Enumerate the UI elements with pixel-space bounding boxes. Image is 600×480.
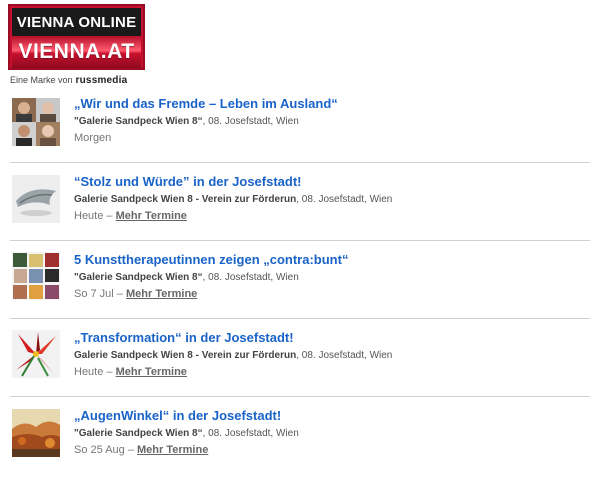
- more-dates-link[interactable]: Mehr Termine: [126, 288, 197, 300]
- event-title-link[interactable]: „Wir und das Fremde – Leben im Ausland“: [74, 96, 338, 111]
- event-thumbnail-sculpture[interactable]: [12, 175, 60, 223]
- event-date: Morgen: [74, 132, 111, 144]
- event-venue: "Galerie Sandpeck Wien 8“, 08. Josefstad…: [74, 272, 299, 283]
- more-dates-link[interactable]: Mehr Termine: [137, 444, 208, 456]
- date-text: Heute –: [74, 366, 116, 378]
- brand-tagline: Eine Marke von russmedia: [10, 75, 127, 86]
- event-thumbnail-portraits[interactable]: [12, 98, 60, 146]
- event-date: Heute – Mehr Termine: [74, 366, 187, 378]
- venue-location: , 08. Josefstadt, Wien: [202, 428, 299, 439]
- event-item: „Transformation“ in der Josefstadt! Gale…: [0, 326, 600, 402]
- event-date: So 25 Aug – Mehr Termine: [74, 444, 208, 456]
- more-dates-link[interactable]: Mehr Termine: [116, 210, 187, 222]
- venue-name: "Galerie Sandpeck Wien 8“: [74, 428, 203, 439]
- divider: [10, 240, 590, 241]
- venue-name: "Galerie Sandpeck Wien 8“: [74, 272, 203, 283]
- date-text: Heute –: [74, 210, 116, 222]
- venue-name: Galerie Sandpeck Wien 8 - Verein zur För…: [74, 350, 297, 361]
- divider: [10, 318, 590, 319]
- venue-location: , 08. Josefstadt, Wien: [202, 116, 299, 127]
- venue-location: , 08. Josefstadt, Wien: [296, 350, 393, 361]
- event-venue: "Galerie Sandpeck Wien 8“, 08. Josefstad…: [74, 428, 299, 439]
- event-item: 5 Kunsttherapeutinnen zeigen „contra:bun…: [0, 248, 600, 324]
- divider: [10, 396, 590, 397]
- event-title-link[interactable]: „AugenWinkel“ in der Josefstadt!: [74, 408, 281, 423]
- event-thumbnail-collage[interactable]: [12, 252, 60, 300]
- event-title-link[interactable]: 5 Kunsttherapeutinnen zeigen „contra:bun…: [74, 252, 348, 267]
- more-dates-link[interactable]: Mehr Termine: [116, 366, 187, 378]
- event-thumbnail-red-flowers[interactable]: [12, 330, 60, 378]
- event-item: “Stolz und Würde” in der Josefstadt! Gal…: [0, 170, 600, 246]
- event-venue: "Galerie Sandpeck Wien 8“, 08. Josefstad…: [74, 116, 299, 127]
- event-venue: Galerie Sandpeck Wien 8 - Verein zur För…: [74, 194, 392, 205]
- date-text: So 25 Aug –: [74, 444, 137, 456]
- event-title-link[interactable]: “Stolz und Würde” in der Josefstadt!: [74, 174, 302, 189]
- divider: [10, 162, 590, 163]
- logo-top-text: VIENNA ONLINE: [12, 8, 141, 36]
- event-thumbnail-landscape[interactable]: [12, 409, 60, 457]
- tagline-text: Eine Marke von: [10, 75, 73, 85]
- event-item: „AugenWinkel“ in der Josefstadt! "Galeri…: [0, 404, 600, 480]
- logo-bottom-text: VIENNA.AT: [12, 36, 141, 68]
- venue-location: , 08. Josefstadt, Wien: [296, 194, 393, 205]
- venue-name: "Galerie Sandpeck Wien 8“: [74, 116, 203, 127]
- event-item: „Wir und das Fremde – Leben im Ausland“ …: [0, 92, 600, 168]
- event-venue: Galerie Sandpeck Wien 8 - Verein zur För…: [74, 350, 392, 361]
- event-title-link[interactable]: „Transformation“ in der Josefstadt!: [74, 330, 294, 345]
- venue-name: Galerie Sandpeck Wien 8 - Verein zur För…: [74, 194, 297, 205]
- event-date: Heute – Mehr Termine: [74, 210, 187, 222]
- vienna-online-logo[interactable]: VIENNA ONLINE VIENNA.AT: [8, 4, 145, 70]
- venue-location: , 08. Josefstadt, Wien: [202, 272, 299, 283]
- russmedia-brand: russmedia: [75, 75, 128, 86]
- date-text: Morgen: [74, 132, 112, 144]
- date-text: So 7 Jul –: [74, 288, 126, 300]
- event-date: So 7 Jul – Mehr Termine: [74, 288, 197, 300]
